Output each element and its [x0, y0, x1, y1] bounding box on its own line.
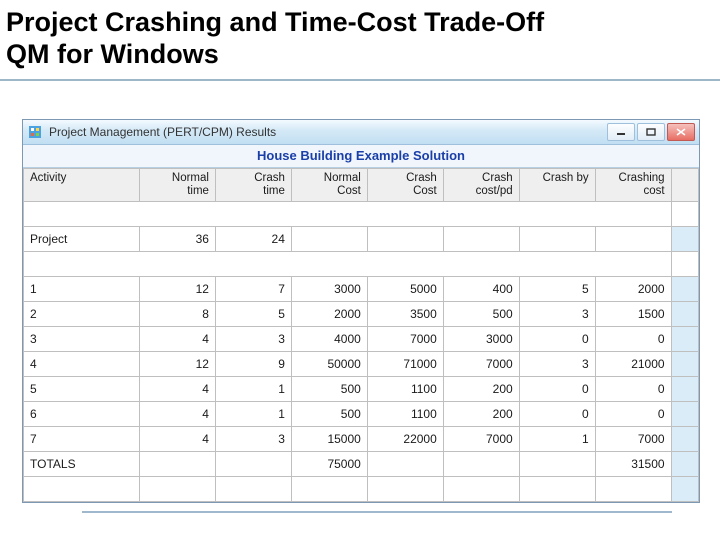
cell-normal-time: 4 [140, 327, 216, 352]
cell-crash-cost-pd: 200 [443, 402, 519, 427]
cell-activity: 7 [24, 427, 140, 452]
col-crash-cost-pd: Crash cost/pd [443, 168, 519, 201]
cell-normal-cost: 4000 [291, 327, 367, 352]
side-pad [671, 168, 698, 201]
project-row: Project 36 24 [24, 227, 699, 252]
cell-normal-cost: 500 [291, 402, 367, 427]
slide-title: Project Crashing and Time-Cost Trade-Off… [0, 0, 720, 81]
cell-crash-cost: 3500 [367, 302, 443, 327]
project-crash-time: 24 [215, 227, 291, 252]
cell-crash-cost-pd: 7000 [443, 352, 519, 377]
window-title: Project Management (PERT/CPM) Results [49, 125, 607, 139]
cell-crash-by: 0 [519, 327, 595, 352]
cell-normal-time: 12 [140, 277, 216, 302]
blank-row [24, 477, 699, 502]
cell-crash-time: 3 [215, 327, 291, 352]
col-normal-cost: Normal Cost [291, 168, 367, 201]
cell-crash-time: 5 [215, 302, 291, 327]
col-crash-time: Crash time [215, 168, 291, 201]
cell-crash-cost-pd: 3000 [443, 327, 519, 352]
minimize-button[interactable] [607, 123, 635, 141]
table-row: 412950000710007000321000 [24, 352, 699, 377]
table-row: 641500110020000 [24, 402, 699, 427]
col-activity: Activity [24, 168, 140, 201]
project-normal-time: 36 [140, 227, 216, 252]
header-row: Activity Normal time Crash time Normal C… [24, 168, 699, 201]
cell-activity: 3 [24, 327, 140, 352]
cell-crash-by: 3 [519, 302, 595, 327]
cell-activity: 4 [24, 352, 140, 377]
cell-crash-cost: 22000 [367, 427, 443, 452]
cell-activity: 2 [24, 302, 140, 327]
cell-normal-time: 4 [140, 402, 216, 427]
slide-title-line1: Project Crashing and Time-Cost Trade-Off [6, 7, 544, 37]
under-shadow [82, 503, 672, 513]
results-table: Activity Normal time Crash time Normal C… [23, 168, 699, 502]
table-row: 541500110020000 [24, 377, 699, 402]
cell-crash-cost: 71000 [367, 352, 443, 377]
cell-normal-cost: 15000 [291, 427, 367, 452]
cell-crash-time: 7 [215, 277, 291, 302]
window-subtitle: House Building Example Solution [23, 145, 699, 168]
col-crash-cost: Crash Cost [367, 168, 443, 201]
table-row: 34340007000300000 [24, 327, 699, 352]
cell-crash-cost: 1100 [367, 377, 443, 402]
cell-normal-cost: 2000 [291, 302, 367, 327]
cell-crashing-cost: 21000 [595, 352, 671, 377]
cell-crashing-cost: 0 [595, 327, 671, 352]
cell-crashing-cost: 7000 [595, 427, 671, 452]
cell-crash-cost: 7000 [367, 327, 443, 352]
maximize-button[interactable] [637, 123, 665, 141]
cell-crash-by: 5 [519, 277, 595, 302]
col-normal-time: Normal time [140, 168, 216, 201]
cell-crash-time: 9 [215, 352, 291, 377]
cell-crash-by: 0 [519, 402, 595, 427]
totals-label: TOTALS [24, 452, 140, 477]
cell-crash-time: 1 [215, 377, 291, 402]
cell-activity: 6 [24, 402, 140, 427]
cell-crash-time: 1 [215, 402, 291, 427]
col-crash-by: Crash by [519, 168, 595, 201]
titlebar[interactable]: Project Management (PERT/CPM) Results [23, 120, 699, 145]
cell-normal-time: 8 [140, 302, 216, 327]
cell-crashing-cost: 2000 [595, 277, 671, 302]
totals-crashing-cost: 31500 [595, 452, 671, 477]
cell-crash-time: 3 [215, 427, 291, 452]
cell-crashing-cost: 0 [595, 377, 671, 402]
totals-normal-cost: 75000 [291, 452, 367, 477]
cell-normal-cost: 50000 [291, 352, 367, 377]
cell-crash-cost-pd: 400 [443, 277, 519, 302]
cell-activity: 1 [24, 277, 140, 302]
table-row: 11273000500040052000 [24, 277, 699, 302]
cell-normal-cost: 500 [291, 377, 367, 402]
cell-crash-by: 3 [519, 352, 595, 377]
app-icon [27, 124, 43, 140]
table-row: 7431500022000700017000 [24, 427, 699, 452]
cell-crashing-cost: 0 [595, 402, 671, 427]
cell-crash-by: 1 [519, 427, 595, 452]
cell-normal-time: 12 [140, 352, 216, 377]
project-label: Project [24, 227, 140, 252]
results-window: Project Management (PERT/CPM) Results Ho… [22, 119, 700, 503]
col-crashing-cost: Crashing cost [595, 168, 671, 201]
cell-crash-cost-pd: 200 [443, 377, 519, 402]
slide-title-line2: QM for Windows [6, 39, 219, 69]
cell-crash-by: 0 [519, 377, 595, 402]
cell-normal-cost: 3000 [291, 277, 367, 302]
cell-crash-cost: 1100 [367, 402, 443, 427]
cell-crash-cost-pd: 7000 [443, 427, 519, 452]
cell-normal-time: 4 [140, 377, 216, 402]
totals-row: TOTALS 75000 31500 [24, 452, 699, 477]
close-button[interactable] [667, 123, 695, 141]
cell-activity: 5 [24, 377, 140, 402]
cell-crash-cost-pd: 500 [443, 302, 519, 327]
cell-crash-cost: 5000 [367, 277, 443, 302]
table-row: 2852000350050031500 [24, 302, 699, 327]
cell-crashing-cost: 1500 [595, 302, 671, 327]
cell-normal-time: 4 [140, 427, 216, 452]
